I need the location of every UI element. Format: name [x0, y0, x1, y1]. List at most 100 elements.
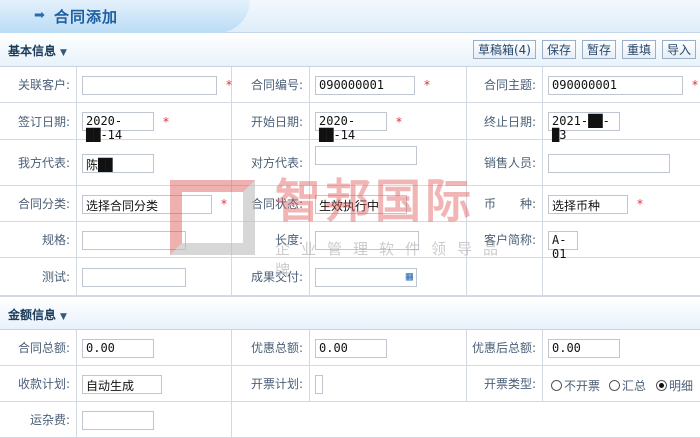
- reset-button[interactable]: 重填: [621, 40, 656, 59]
- currency-input[interactable]: 选择币种: [548, 194, 628, 214]
- after-label: 优惠后总额:: [471, 341, 536, 355]
- field-label-cell: 关联客户:: [0, 67, 77, 102]
- our-rep-value: 陈██: [86, 157, 113, 172]
- sign-date-value: 2020-██-14: [86, 114, 123, 142]
- field-value-cell: 选择合同分类 *: [77, 186, 232, 221]
- freight-label: 运杂费:: [29, 413, 70, 427]
- field-label-cell: 币 种:: [467, 186, 543, 221]
- field-value-cell: 0.00: [77, 330, 232, 365]
- radio-circle-icon[interactable]: [551, 380, 562, 391]
- form-row: 我方代表: 陈██ 对方代表: 销售人员:: [0, 140, 700, 186]
- start-date-input[interactable]: 2020-██-14: [315, 112, 387, 142]
- field-value-cell: [310, 222, 467, 257]
- field-value-cell: 自动生成: [77, 366, 232, 401]
- end-date-input[interactable]: 2021-██-█3: [548, 112, 620, 142]
- field-label-cell: 优惠后总额:: [467, 330, 543, 365]
- status-label: 合同状态:: [250, 197, 303, 211]
- payment-plan-value: 自动生成: [86, 378, 135, 393]
- invoice-type-radio[interactable]: 汇总: [609, 377, 646, 394]
- field-label-cell: 运杂费:: [0, 402, 77, 437]
- field-label-cell: 开票类型:: [467, 366, 543, 401]
- test-label: 测试:: [41, 270, 70, 284]
- field-label-cell: 开始日期:: [232, 103, 310, 139]
- page-tab: ➡ 合同添加: [0, 0, 250, 33]
- radio-label: 不开票: [564, 379, 601, 393]
- end-date-label: 终止日期:: [483, 114, 536, 129]
- radio-circle-icon[interactable]: [656, 380, 667, 391]
- spec-input[interactable]: [82, 230, 186, 250]
- field-label-cell: 合同状态:: [232, 186, 310, 221]
- calendar-icon[interactable]: ▦: [406, 269, 413, 283]
- field-value-cell: 090000001 *: [310, 67, 467, 102]
- temp-save-button[interactable]: 暂存: [581, 40, 616, 59]
- customer-input[interactable]: [82, 75, 217, 95]
- length-input[interactable]: [315, 230, 419, 250]
- section-title: 基本信息: [8, 44, 57, 58]
- category-label: 合同分类:: [17, 197, 70, 211]
- form-row: 签订日期: 2020-██-14 * 开始日期: 2020-██-14 * 终止日期: 202…: [0, 103, 700, 142]
- their-rep-input[interactable]: [315, 145, 417, 165]
- start-date-label: 开始日期:: [250, 114, 303, 129]
- invoice-type-radio[interactable]: 不开票: [551, 377, 600, 394]
- sign-date-input[interactable]: 2020-██-14: [82, 112, 154, 142]
- status-input[interactable]: 生效执行中: [315, 194, 407, 214]
- section-title: 金额信息: [8, 308, 57, 322]
- required-mark: *: [692, 78, 698, 92]
- subject-label: 合同主题:: [483, 78, 536, 92]
- required-mark: *: [424, 78, 430, 92]
- form-row: 运杂费:: [0, 402, 700, 438]
- field-value-cell: 选择币种 *: [543, 186, 700, 221]
- status-value: 生效执行中: [319, 198, 380, 213]
- sales-input[interactable]: [548, 153, 670, 173]
- field-label-cell: 对方代表:: [232, 140, 310, 185]
- total-input[interactable]: 0.00: [82, 338, 154, 358]
- category-input[interactable]: 选择合同分类: [82, 194, 212, 214]
- field-value-cell: ▦: [310, 258, 467, 295]
- payment-plan-input[interactable]: 自动生成: [82, 374, 162, 394]
- required-mark: *: [396, 114, 402, 129]
- section-amount-info[interactable]: 金额信息 ▼: [0, 296, 700, 330]
- discount-input[interactable]: 0.00: [315, 338, 387, 358]
- required-mark: *: [221, 197, 227, 211]
- drafts-button[interactable]: 草稿箱(4): [472, 40, 536, 59]
- our-rep-input[interactable]: 陈██: [82, 153, 154, 173]
- field-value-cell: 不开票 汇总 明细: [543, 366, 700, 401]
- field-label-cell: 签订日期:: [0, 103, 77, 139]
- total-label: 合同总额:: [17, 341, 70, 355]
- sales-label: 销售人员:: [483, 156, 536, 170]
- field-value-cell: 0.00: [310, 330, 467, 365]
- invoice-plan-input[interactable]: [315, 374, 323, 394]
- save-button[interactable]: 保存: [541, 40, 576, 59]
- field-label-cell: 我方代表:: [0, 140, 77, 185]
- section-basic-info[interactable]: 基本信息 ▼ 草稿箱(4) 保存 暂存 重填 导入: [0, 33, 700, 67]
- short-name-input[interactable]: A-01: [548, 230, 578, 261]
- field-value-cell: [310, 366, 467, 401]
- form-row: 规格: 长度: 客户简称: A-01: [0, 222, 700, 261]
- radio-circle-icon[interactable]: [609, 380, 620, 391]
- field-label-cell: 合同主题:: [467, 67, 543, 102]
- delivery-input[interactable]: ▦: [315, 267, 417, 287]
- test-input[interactable]: [82, 267, 186, 287]
- field-value-cell: A-01: [543, 222, 700, 261]
- payment-plan-label: 收款计划:: [17, 377, 70, 391]
- currency-value: 选择币种: [552, 198, 601, 213]
- field-value-cell: [77, 222, 232, 257]
- subject-input[interactable]: 090000001: [548, 75, 683, 95]
- import-button[interactable]: 导入: [661, 40, 696, 59]
- contract-no-input[interactable]: 090000001: [315, 75, 415, 95]
- field-label-cell: 销售人员:: [467, 140, 543, 185]
- freight-input[interactable]: [82, 410, 154, 430]
- spec-label: 规格:: [41, 233, 70, 247]
- field-label-cell: 合同编号:: [232, 67, 310, 102]
- field-label-cell: 收款计划:: [0, 366, 77, 401]
- field-value-cell: 2020-██-14 *: [77, 103, 232, 142]
- invoice-type-radio[interactable]: 明细: [656, 377, 693, 394]
- form-row: 合同分类: 选择合同分类 * 合同状态: 生效执行中 币 种: 选择币种 *: [0, 186, 700, 222]
- invoice-plan-label: 开票计划:: [250, 377, 303, 391]
- field-label-cell: 规格:: [0, 222, 77, 257]
- field-value-cell: [77, 258, 232, 295]
- field-label-cell: 终止日期:: [467, 103, 543, 139]
- after-input[interactable]: 0.00: [548, 338, 620, 358]
- field-label-cell: 客户简称:: [467, 222, 543, 257]
- required-mark: *: [163, 114, 169, 129]
